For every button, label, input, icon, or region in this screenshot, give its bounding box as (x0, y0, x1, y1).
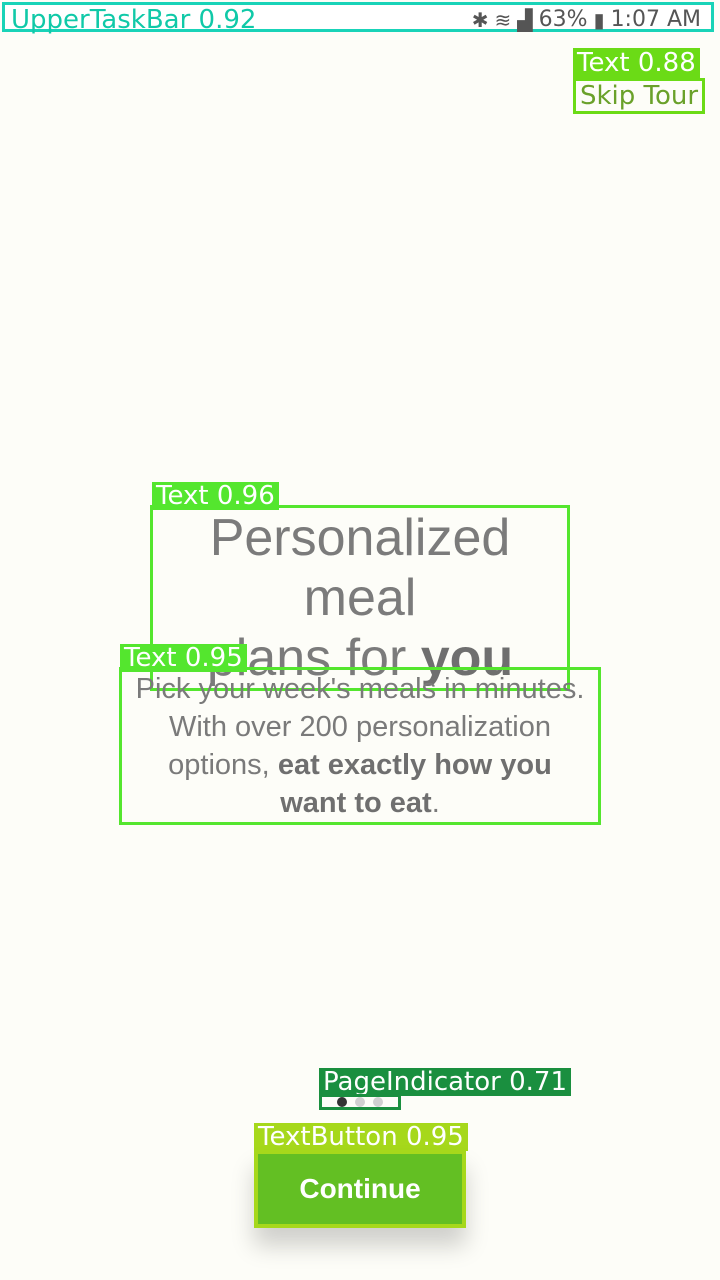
subtitle-line4-suffix: . (431, 787, 440, 819)
page-indicator-detector-label: PageIndicator 0.71 (319, 1068, 571, 1096)
battery-percent: 63% (538, 7, 588, 32)
subtitle-line4: want to eat. (124, 784, 596, 822)
continue-detector-label: TextButton 0.95 (254, 1123, 468, 1151)
subtitle-line3: options, eat exactly how you (124, 746, 596, 784)
skip-tour-detector-label: Text 0.88 (573, 48, 700, 78)
page-subtitle: Pick your week's meals in minutes. With … (119, 667, 601, 825)
wifi-icon: ≋ (494, 7, 512, 32)
battery-icon: ▮ (593, 7, 605, 32)
title-line1: Personalized meal (209, 509, 511, 627)
page-dot-3[interactable] (373, 1097, 383, 1107)
skip-tour-container: Text 0.88 Skip Tour (573, 48, 719, 114)
signal-icon: ▟ (517, 7, 533, 32)
page-dot-2[interactable] (355, 1097, 365, 1107)
upper-taskbar: UpperTaskBar 0.92 ✱ ≋ ▟ 63% ▮ 1:07 AM (2, 2, 714, 35)
continue-button[interactable]: Continue (254, 1150, 466, 1228)
bluetooth-icon: ✱ (471, 7, 489, 32)
subtitle-line2: With over 200 personalization (168, 711, 552, 743)
status-icons: ✱ ≋ ▟ 63% ▮ 1:07 AM (472, 7, 701, 32)
taskbar-detector-label: UpperTaskBar 0.92 (11, 5, 257, 35)
subtitle-line3-bold: eat exactly how you (277, 749, 552, 781)
clock: 1:07 AM (610, 7, 701, 32)
subtitle-line3-prefix: options, (168, 749, 278, 781)
subtitle-line4-bold: want to eat (280, 787, 432, 819)
page-dot-1[interactable] (337, 1097, 347, 1107)
skip-tour-button[interactable]: Skip Tour (573, 78, 706, 114)
subtitle-line1: Pick your week's meals in minutes. (135, 673, 585, 705)
page-indicator[interactable] (319, 1094, 401, 1110)
